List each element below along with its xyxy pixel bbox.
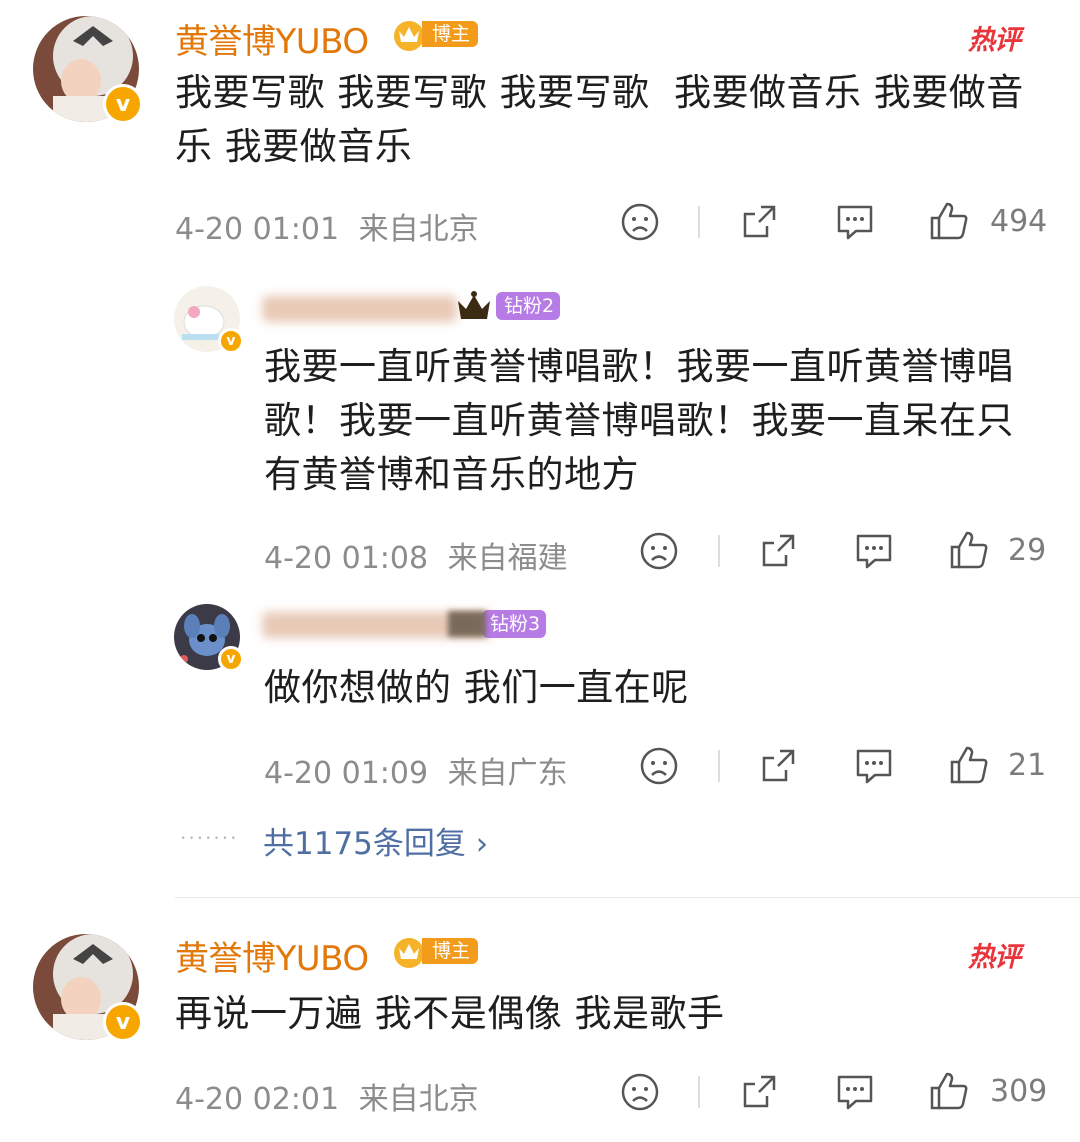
hot-comment-tag: 热评 xyxy=(968,942,1021,973)
fan-badge-label: 钻粉2 xyxy=(496,292,561,320)
fan-badge-label: 钻粉3 xyxy=(482,610,547,638)
author-avatar[interactable]: v xyxy=(33,934,143,1042)
hot-comment-tag: 热评 xyxy=(968,25,1021,56)
verified-badge-icon: v xyxy=(218,646,244,672)
fan-avatar-blur xyxy=(448,611,486,637)
like-count: 29 xyxy=(1008,533,1047,568)
comment-divider xyxy=(175,897,1080,898)
crown-icon xyxy=(458,291,490,319)
like-count: 494 xyxy=(990,204,1048,239)
verified-badge-icon: v xyxy=(103,84,143,124)
reply-avatar[interactable]: v xyxy=(174,286,244,354)
comment-icon[interactable] xyxy=(834,202,876,242)
author-avatar[interactable]: v xyxy=(33,16,143,124)
reply-location: 来自广东 xyxy=(447,756,568,791)
reply-time: 4-20 01:08 xyxy=(264,541,429,576)
blogger-badge: 博主 xyxy=(390,20,479,51)
comment-location: 来自北京 xyxy=(358,1082,479,1117)
reply-meta: 4-20 01:09 来自广东 xyxy=(264,748,568,792)
reply-text: 做你想做的 我们一直在呢 xyxy=(264,666,689,709)
action-separator xyxy=(718,750,720,782)
blogger-badge-label: 博主 xyxy=(422,938,479,964)
blogger-badge: 博主 xyxy=(390,937,479,968)
action-separator xyxy=(718,535,720,567)
comment-location: 来自北京 xyxy=(358,212,479,247)
ellipsis-dots: ······· xyxy=(180,826,239,850)
reply-author-name[interactable] xyxy=(262,296,457,322)
comment-icon[interactable] xyxy=(834,1072,876,1112)
reply-location: 来自福建 xyxy=(447,541,568,576)
reply-time: 4-20 01:09 xyxy=(264,756,429,791)
author-name[interactable]: 黄誉博YUBO xyxy=(175,931,369,980)
action-separator xyxy=(698,1076,700,1108)
dislike-face-icon[interactable] xyxy=(620,202,660,242)
comment-time: 4-20 02:01 xyxy=(175,1082,340,1117)
verified-badge-icon: v xyxy=(218,328,244,354)
reply-text: 我要一直听黄誉博唱歌！我要一直听黄誉博唱歌！我要一直听黄誉博唱歌！我要一直呆在只… xyxy=(264,345,1014,496)
like-count: 21 xyxy=(1008,748,1047,783)
thumbs-up-icon[interactable] xyxy=(928,200,970,242)
like-count: 309 xyxy=(990,1074,1048,1109)
comment-text: 我要写歌 我要写歌 我要写歌 我要做音乐 我要做音乐 我要做音乐 xyxy=(175,71,1024,168)
thumbs-up-icon[interactable] xyxy=(948,529,990,571)
share-icon[interactable] xyxy=(739,1072,779,1112)
comment-meta: 4-20 01:01 来自北京 xyxy=(175,204,479,248)
verified-badge-icon: v xyxy=(103,1002,143,1042)
comment-time: 4-20 01:01 xyxy=(175,212,340,247)
share-icon[interactable] xyxy=(758,746,798,786)
author-name[interactable]: 黄誉博YUBO xyxy=(175,14,369,63)
fan-badge: 钻粉3 xyxy=(448,610,547,638)
thumbs-up-icon[interactable] xyxy=(928,1070,970,1112)
thumbs-up-icon[interactable] xyxy=(948,744,990,786)
fan-badge: 钻粉2 xyxy=(452,291,561,320)
view-all-replies-link[interactable]: 共1175条回复 › xyxy=(263,818,488,863)
comment-text: 再说一万遍 我不是偶像 我是歌手 xyxy=(175,992,725,1035)
dislike-face-icon[interactable] xyxy=(620,1072,660,1112)
dislike-face-icon[interactable] xyxy=(639,531,679,571)
dislike-face-icon[interactable] xyxy=(639,746,679,786)
comment-icon[interactable] xyxy=(853,531,895,571)
reply-meta: 4-20 01:08 来自福建 xyxy=(264,533,568,577)
comment-icon[interactable] xyxy=(853,746,895,786)
action-separator xyxy=(698,206,700,238)
blogger-badge-label: 博主 xyxy=(422,21,479,47)
reply-avatar[interactable]: v xyxy=(174,604,244,672)
share-icon[interactable] xyxy=(758,531,798,571)
comment-meta: 4-20 02:01 来自北京 xyxy=(175,1074,479,1118)
share-icon[interactable] xyxy=(739,202,779,242)
